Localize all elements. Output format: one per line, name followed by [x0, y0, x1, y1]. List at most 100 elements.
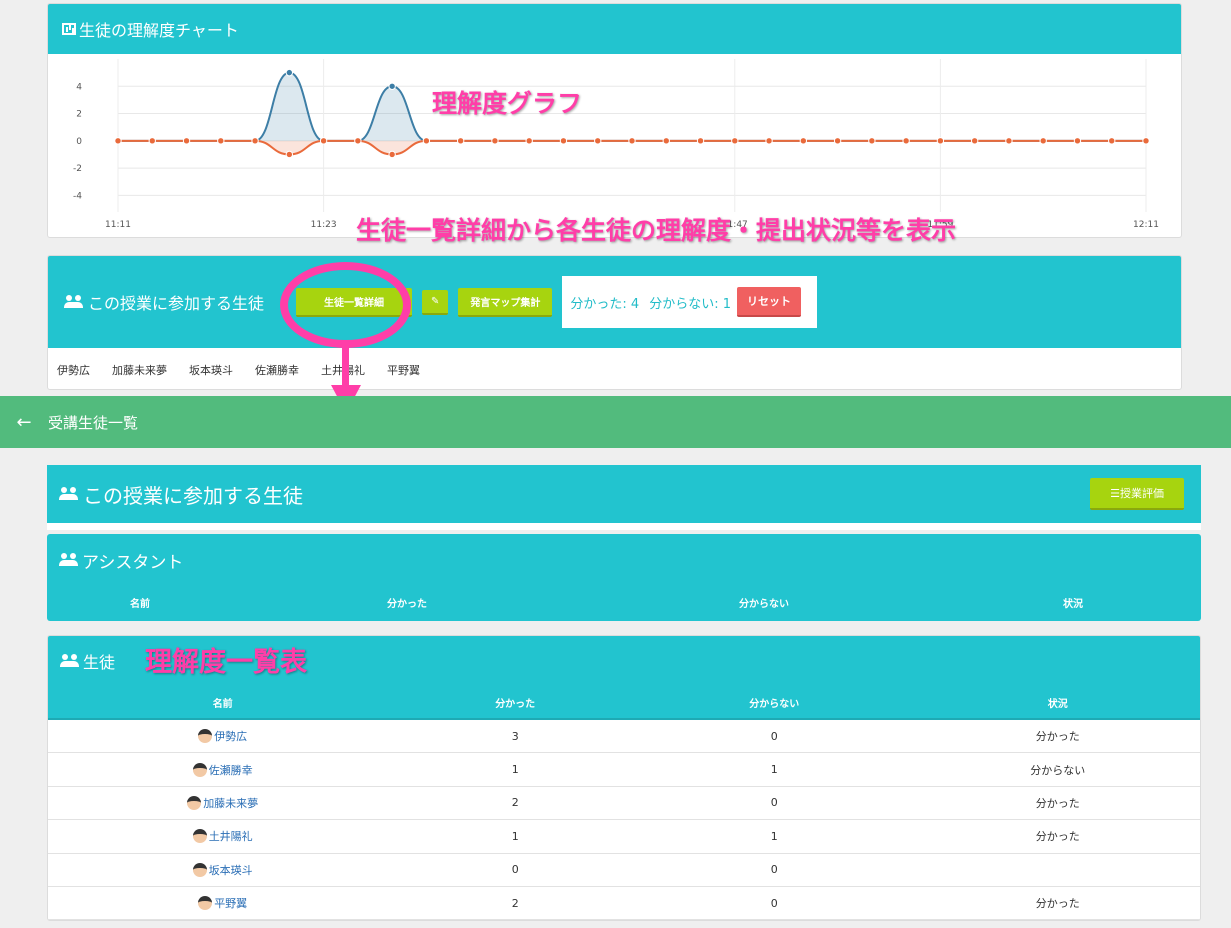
table-row: 伊勢広 3 0 分かった	[48, 720, 1200, 754]
speech-map-summary-button[interactable]: 発言マップ集計	[458, 287, 553, 317]
column-understood: 分かった	[495, 698, 536, 710]
annotation-detail: 生徒一覧詳細から各生徒の理解度・提出状況等を表示	[356, 216, 957, 245]
not-understood-value: 1	[770, 829, 778, 843]
status-value: 分かった	[1035, 730, 1080, 744]
data-point	[594, 137, 602, 145]
table-row: 平野翼 2 0 分かった	[48, 887, 1200, 920]
assistant-title: アシスタント	[82, 552, 184, 573]
data-point	[285, 150, 294, 159]
arrow-left-icon[interactable]: ←	[0, 412, 48, 433]
participant-name: 伊勢広	[57, 363, 90, 377]
highlight-ellipse	[280, 262, 411, 348]
y-tick-label: 2	[76, 110, 82, 120]
chart-panel-title: 生徒の理解度チャート	[79, 21, 239, 40]
understood-value: 1	[511, 829, 519, 843]
bar-chart-icon	[62, 23, 76, 35]
table-row: 佐瀬勝幸 1 1 分からない	[48, 753, 1200, 787]
avatar-icon	[192, 762, 207, 777]
class-evaluation-button[interactable]: ☰授業評価	[1090, 478, 1184, 510]
not-understood-value: 1	[770, 763, 778, 777]
data-point	[491, 137, 499, 145]
data-point	[114, 137, 122, 145]
data-point	[662, 137, 670, 145]
student-name-link[interactable]: 伊勢広	[48, 728, 397, 744]
data-point	[970, 137, 979, 145]
avatar-icon	[198, 729, 213, 744]
data-point	[1142, 137, 1150, 145]
participant-name: 加藤未来夢	[112, 363, 167, 377]
edit-button[interactable]: ✎	[422, 289, 449, 315]
data-point	[525, 137, 533, 145]
data-point	[319, 137, 328, 145]
column-status: 状況	[1063, 598, 1083, 610]
x-tick-label: 12:11	[1133, 220, 1159, 230]
participant-name: 佐瀬勝幸	[255, 363, 299, 377]
y-tick-label: 0	[76, 137, 82, 147]
users-icon	[60, 654, 80, 668]
data-point	[1005, 137, 1013, 145]
assistant-table-header: 名前 分かった 分からない 状況	[47, 586, 1201, 618]
participant-name: 坂本瑛斗	[189, 363, 233, 377]
list-icon: ☰	[1110, 487, 1120, 500]
students-title: 生徒	[83, 653, 116, 672]
status-value: 分からない	[1030, 763, 1086, 777]
x-tick-label: 11:11	[105, 220, 131, 230]
users-icon	[59, 487, 79, 501]
data-point	[285, 68, 294, 77]
table-row: 土井陽礼 1 1 分かった	[48, 820, 1200, 854]
understood-value: 0	[511, 863, 519, 877]
participant-name: 平野翼	[387, 363, 420, 377]
participants-title: この授業に参加する生徒	[88, 294, 265, 313]
student-name-link[interactable]: 平野翼	[48, 895, 397, 911]
data-point	[217, 137, 225, 145]
not-understood-value: 0	[770, 896, 778, 910]
data-point	[628, 137, 636, 145]
users-icon	[64, 295, 84, 309]
data-point	[902, 137, 910, 145]
highlight-arrow	[342, 342, 349, 390]
data-point	[559, 137, 568, 145]
data-point	[799, 137, 808, 145]
data-point	[456, 137, 465, 145]
assistant-section: アシスタント 名前 分かった 分からない 状況	[47, 534, 1201, 621]
section-header: この授業に参加する生徒 ☰授業評価	[47, 465, 1201, 523]
users-icon	[59, 553, 79, 567]
student-name-link[interactable]: 加藤未来夢	[48, 795, 397, 811]
avatar-icon	[192, 829, 207, 844]
avatar-icon	[187, 795, 202, 810]
column-name: 名前	[130, 598, 150, 610]
section-title: この授業に参加する生徒	[83, 483, 303, 508]
student-name-link[interactable]: 坂本瑛斗	[48, 862, 397, 878]
annotation-graph: 理解度グラフ	[432, 89, 583, 118]
participants-header: この授業に参加する生徒 生徒一覧詳細 ✎ 発言マップ集計 分かった: 4 分から…	[48, 256, 1181, 348]
column-understood: 分かった	[387, 598, 427, 610]
table-row: 坂本瑛斗 0 0	[48, 854, 1200, 887]
not-understood-value: 0	[770, 863, 778, 877]
data-point	[833, 137, 842, 145]
student-name-link[interactable]: 佐瀬勝幸	[48, 762, 397, 778]
data-point	[422, 137, 431, 145]
data-point	[182, 137, 191, 145]
data-point	[251, 137, 259, 145]
status-value: 分かった	[1035, 897, 1080, 911]
students-table-header: 名前 分かった 分からない 状況	[48, 686, 1200, 720]
reset-button[interactable]: リセット	[737, 287, 801, 317]
data-point	[731, 137, 739, 145]
chart-panel-header: 生徒の理解度チャート	[48, 4, 1181, 54]
student-name-link[interactable]: 土井陽礼	[48, 828, 397, 844]
column-not-understood: 分からない	[739, 598, 789, 610]
annotation-table: 理解度一覧表	[145, 647, 307, 678]
data-point	[354, 137, 362, 145]
data-point	[936, 137, 945, 145]
edit-icon: ✎	[431, 295, 440, 307]
understood-value: 3	[511, 729, 519, 743]
assistant-header: アシスタント	[47, 534, 1201, 586]
page-title: 受講生徒一覧	[48, 413, 139, 432]
y-tick-label: -4	[73, 191, 82, 201]
data-point	[388, 82, 396, 90]
status-value: 分かった	[1035, 830, 1080, 844]
participant-names: 伊勢広 加藤未来夢 坂本瑛斗 佐瀬勝幸 土井陽礼 平野翼	[48, 348, 1181, 389]
understanding-stats: 分かった: 4 分からない: 1 リセット	[562, 276, 817, 328]
avatar-icon	[198, 896, 213, 911]
understanding-chart-panel: 生徒の理解度チャート 4 2 0 -2 -4 11:11 11:23 11:47 11:59 12…	[47, 3, 1182, 238]
